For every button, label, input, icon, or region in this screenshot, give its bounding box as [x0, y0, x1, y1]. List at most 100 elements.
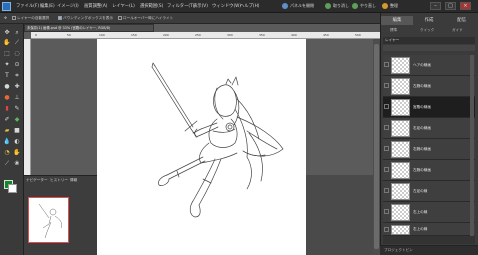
bounding-box-checkbox[interactable] [58, 16, 62, 20]
pencil-tool-icon[interactable]: ✎ [13, 105, 21, 113]
brush-tool-icon[interactable]: ✐ [3, 116, 11, 124]
ruler-label: 250 [195, 33, 201, 37]
gradient-tool-icon[interactable]: ▰ [3, 127, 11, 135]
ruler-label: 300 [227, 33, 233, 37]
visibility-toggle-icon[interactable] [384, 167, 389, 172]
layer-name: 右足の線画 [413, 126, 431, 130]
magic-wand-tool-icon[interactable]: ✦ [3, 61, 11, 69]
menu-window[interactable]: ウィンドウ(W) [212, 3, 241, 9]
ruler-label: 400 [291, 33, 297, 37]
auto-select-checkbox[interactable] [12, 16, 16, 20]
tab-info[interactable]: 情報 [70, 178, 77, 183]
layer-thumbnail [391, 225, 410, 235]
menu-view[interactable]: 表示(V) [193, 3, 208, 9]
eyedropper-tool-icon[interactable]: ⟋ [13, 39, 21, 47]
eraser-tool-icon[interactable]: ▮ [3, 105, 11, 113]
layer-row[interactable]: ヘアの線画 [383, 55, 475, 76]
layer-thumbnail [391, 162, 410, 179]
tab-history[interactable]: ヒストリー [50, 178, 68, 183]
highlight-option[interactable]: ロールオーバー時にハイライト [118, 16, 173, 21]
visibility-toggle-icon[interactable] [384, 62, 389, 67]
layer-name: 右上の線 [413, 227, 428, 231]
undo-button[interactable]: 取り消し [325, 3, 349, 10]
auto-select-option[interactable]: レイヤーの自動選択 [12, 16, 49, 21]
hand-tool-icon[interactable]: ✋ [3, 39, 11, 47]
panel-toggle-button[interactable]: パネルを開閉 [282, 3, 314, 10]
maximize-button[interactable]: □ [445, 2, 456, 10]
organizer-button[interactable]: 整理 [382, 3, 398, 10]
mode-standard[interactable]: 標準 [390, 28, 397, 33]
mode-guided[interactable]: ガイド [452, 28, 463, 33]
cookie-cutter-tool-icon[interactable]: ❀ [13, 160, 21, 168]
undo-icon [325, 3, 331, 9]
canvas-scrollbar-thumb[interactable] [374, 44, 379, 249]
dodge-tool-icon[interactable]: ◔ [3, 149, 11, 157]
quick-select-tool-icon[interactable]: ⊙ [13, 61, 21, 69]
visibility-toggle-icon[interactable] [384, 125, 389, 130]
menu-edit[interactable]: 編集(E) [40, 3, 55, 9]
straighten-tool-icon[interactable]: ⟋ [3, 160, 11, 168]
tab-edit[interactable]: 編集 [381, 16, 413, 25]
visibility-toggle-icon[interactable] [384, 188, 389, 193]
move-tool-indicator: ✥ [4, 16, 8, 20]
tab-create[interactable]: 作成 [413, 16, 445, 25]
layer-row[interactable]: 右足の線画 [383, 118, 475, 139]
red-eye-tool-icon[interactable]: ● [3, 83, 11, 91]
layer-row[interactable]: 左腕の線画 [383, 76, 475, 97]
redo-button[interactable]: やり直し [352, 3, 376, 10]
paint-bucket-tool-icon[interactable]: ◆ [13, 116, 21, 124]
blend-mode-bar[interactable] [383, 45, 475, 51]
smart-brush-tool-icon[interactable]: ● [3, 94, 11, 102]
menu-select[interactable]: 選択範囲(S) [140, 3, 163, 9]
visibility-toggle-icon[interactable] [384, 146, 389, 151]
type-tool-icon[interactable]: T [3, 72, 11, 80]
highlight-checkbox[interactable] [118, 16, 122, 20]
document-tab[interactable]: 未保存(1) 画像.psd @ 33% (宮殿のレイヤー, RGB/8) [24, 24, 154, 32]
menu-help[interactable]: ヘルプ(H) [240, 3, 259, 9]
tab-share[interactable]: 配信 [445, 16, 478, 25]
layer-row[interactable]: 左腕の線画 [383, 160, 475, 181]
shape-tool-icon[interactable]: ■ [13, 127, 21, 135]
lasso-tool-icon[interactable]: ◌ [13, 50, 21, 58]
minimize-button[interactable]: – [430, 2, 441, 10]
layer-row[interactable]: 左足の線 [383, 181, 475, 202]
layer-row-active[interactable]: 宮殿の線画 [383, 97, 475, 118]
project-bin-bar[interactable]: プロジェクトビン [380, 245, 478, 255]
layer-thumbnail [391, 141, 410, 158]
menu-file[interactable]: ファイル(F) [16, 3, 39, 9]
options-bar: ✥ レイヤーの自動選択 バウンディングボックスを表示 ロールオーバー時にハイライ… [0, 13, 380, 24]
visibility-toggle-icon[interactable] [384, 104, 389, 109]
layer-row[interactable]: 右腕の線画 [383, 139, 475, 160]
navigator-thumbnail[interactable] [28, 197, 69, 243]
tab-navigator[interactable]: ナビゲーター [26, 178, 48, 183]
move-tool-icon[interactable]: ✥ [3, 29, 11, 37]
bounding-box-option[interactable]: バウンディングボックスを表示 [58, 16, 113, 21]
layer-row[interactable]: 右上の線 [383, 223, 475, 236]
layers-panel-header: レイヤー [383, 37, 475, 44]
layer-name: ヘアの線画 [413, 63, 431, 67]
blur-tool-icon[interactable]: 💧 [3, 138, 11, 146]
layer-row[interactable]: 右上の線 [383, 202, 475, 223]
clone-stamp-tool-icon[interactable]: ⊥ [13, 94, 21, 102]
mode-quick[interactable]: クイック [420, 28, 434, 33]
visibility-toggle-icon[interactable] [384, 209, 389, 214]
healing-brush-tool-icon[interactable]: ✚ [13, 83, 21, 91]
background-color-swatch[interactable] [8, 184, 17, 193]
document-canvas[interactable] [97, 39, 306, 255]
crop-tool-icon[interactable]: ⌗ [13, 72, 21, 80]
layers-scrollbar[interactable] [470, 55, 474, 240]
visibility-toggle-icon[interactable] [384, 83, 389, 88]
menu-image[interactable]: イメージ(I) [57, 3, 79, 9]
layers-panel-footer [383, 236, 475, 244]
sponge-tool-icon[interactable]: ◐ [13, 138, 21, 146]
navigator-tabs: ナビゲーター ヒストリー 情報 [24, 177, 97, 184]
marquee-tool-icon[interactable]: ⬚ [3, 50, 11, 58]
menu-adjust[interactable]: 画質調整(A) [84, 3, 107, 9]
menu-layer[interactable]: レイヤー(L) [112, 3, 135, 9]
burn-tool-icon[interactable]: ✋ [13, 149, 21, 157]
zoom-tool-icon[interactable]: ⌕ [13, 29, 21, 37]
visibility-toggle-icon[interactable] [384, 227, 389, 232]
close-button[interactable]: × [460, 2, 471, 10]
toolbox: ✥ ⌕ ✋ ⟋ ⬚ ◌ ✦ ⊙ T ⌗ ● ✚ ● ⊥ ▮ ✎ ✐ ◆ ▰ ■ … [0, 24, 24, 255]
menu-filter[interactable]: フィルター(T) [167, 3, 194, 9]
